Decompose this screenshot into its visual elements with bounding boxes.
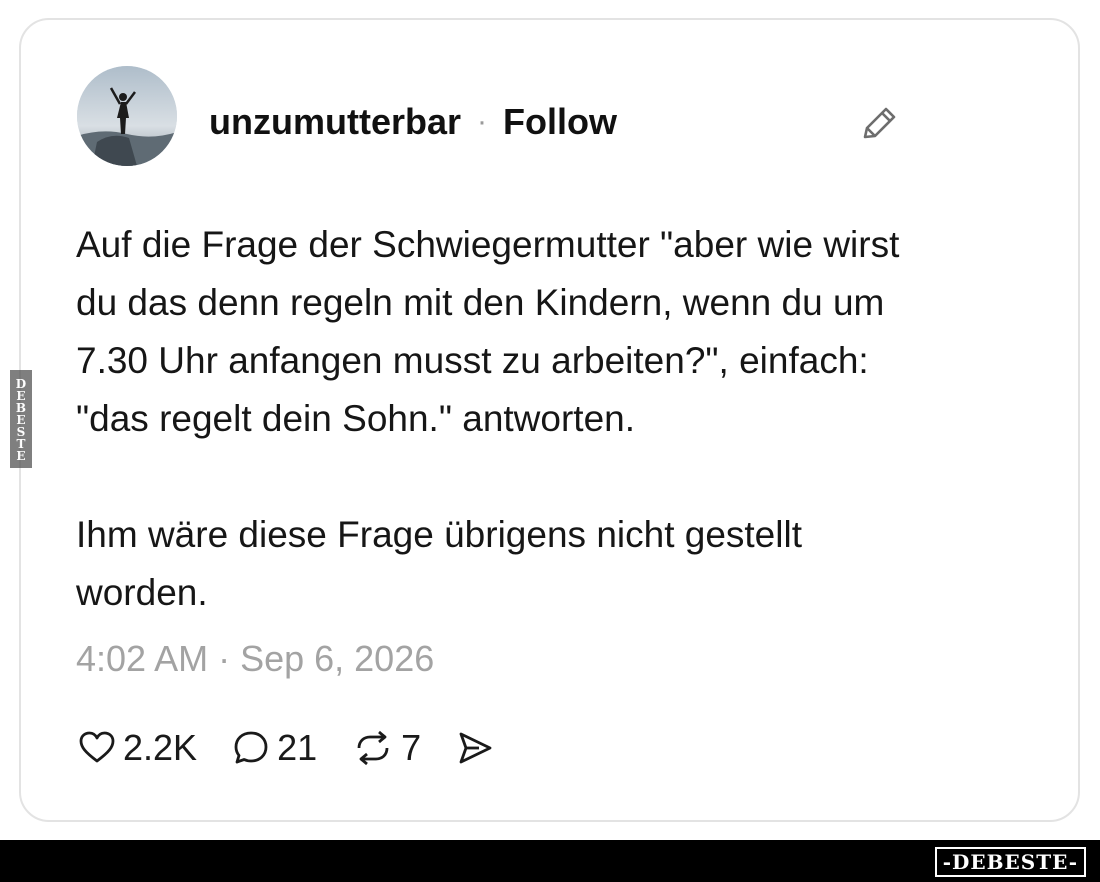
post-header: unzumutterbar · Follow	[209, 100, 617, 144]
pencil-icon[interactable]	[857, 102, 901, 146]
like-count: 2.2K	[123, 727, 198, 768]
post-text-line: Auf die Frage der Schwiegermutter "aber …	[76, 224, 900, 265]
speech-bubble-icon	[234, 731, 268, 764]
post-timestamp[interactable]: 4:02 AM · Sep 6, 2026	[76, 638, 434, 680]
username[interactable]: unzumutterbar	[209, 101, 461, 143]
send-icon	[459, 732, 492, 764]
action-bar: 2.2K 21 7	[77, 724, 535, 772]
repost-icon	[357, 730, 389, 766]
post-text: Auf die Frage der Schwiegermutter "aber …	[76, 216, 1006, 622]
post-text-line: du das denn regeln mit den Kindern, wenn…	[76, 282, 885, 323]
like-button[interactable]: 2.2K	[77, 727, 197, 769]
post-card: unzumutterbar · Follow Auf die Frage der…	[19, 18, 1080, 822]
share-button[interactable]	[455, 728, 501, 768]
post-text-line: Ihm wäre diese Frage übrigens nicht gest…	[76, 514, 802, 555]
post-text-line: 7.30 Uhr anfangen musst zu arbeiten?", e…	[76, 340, 869, 381]
separator-dot: ·	[477, 105, 487, 138]
reply-count: 21	[277, 727, 318, 768]
follow-button[interactable]: Follow	[503, 101, 617, 143]
repost-count: 7	[401, 727, 422, 768]
heart-icon	[79, 731, 115, 763]
avatar[interactable]	[77, 66, 177, 166]
side-watermark: DEBESTE	[10, 370, 32, 468]
post-text-line: "das regelt dein Sohn." antworten.	[76, 398, 636, 439]
bottom-watermark-bar: -DEBESTE-	[0, 840, 1100, 882]
repost-button[interactable]: 7	[351, 727, 421, 769]
reply-button[interactable]: 21	[231, 727, 317, 769]
post-text-line: worden.	[76, 572, 208, 613]
watermark-logo: -DEBESTE-	[934, 847, 1086, 877]
